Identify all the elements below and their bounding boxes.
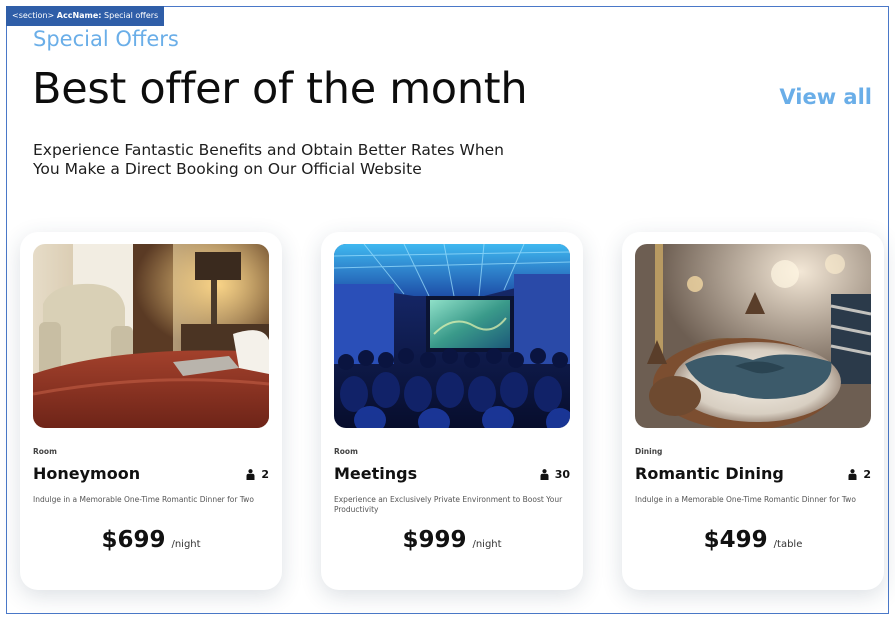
offer-description: Indulge in a Memorable One-Time Romantic…	[33, 495, 254, 504]
offer-price: $699	[101, 527, 166, 553]
guest-capacity: 30	[540, 468, 570, 481]
view-all-link[interactable]: View all	[779, 85, 872, 109]
offer-price: $999	[402, 527, 467, 553]
section-subtitle: Experience Fantastic Benefits and Obtain…	[33, 141, 505, 178]
guest-count: 2	[261, 468, 269, 481]
conference-hall-photo	[334, 244, 570, 428]
a11y-tag-value: Special offers	[104, 11, 159, 20]
offer-description: Experience an Exclusively Private Enviro…	[334, 495, 563, 514]
hotel-room-photo	[33, 244, 269, 428]
section-headline: Best offer of the month	[32, 64, 528, 114]
offer-card-honeymoon[interactable]: Room Honeymoon 2 Indulge in a Memorable …	[20, 232, 282, 590]
guest-capacity: 2	[246, 468, 269, 481]
offer-description: Indulge in a Memorable One-Time Romantic…	[635, 495, 856, 504]
dining-table-photo	[635, 244, 871, 428]
person-icon	[848, 469, 857, 480]
accessibility-name-tag: <section> AccName: Special offers	[6, 6, 165, 26]
price-unit: /night	[472, 539, 502, 550]
offer-category: Dining	[635, 447, 663, 456]
offer-card-romantic-dining[interactable]: Dining Romantic Dining 2 Indulge in a Me…	[622, 232, 884, 590]
offer-card-meetings[interactable]: Room Meetings 30 Experience an Exclusive…	[321, 232, 583, 590]
person-icon	[540, 469, 549, 480]
guest-count: 2	[863, 468, 871, 481]
offer-title: Honeymoon	[33, 464, 141, 483]
a11y-tag-prefix: <section>	[12, 11, 55, 20]
guest-capacity: 2	[848, 468, 871, 481]
a11y-tag-label: AccName:	[56, 11, 102, 20]
guest-count: 30	[554, 468, 570, 481]
price-row: $999 /night	[321, 527, 583, 553]
offer-category: Room	[334, 447, 358, 456]
person-icon	[246, 469, 255, 480]
offer-price: $499	[703, 527, 768, 553]
offer-title: Romantic Dining	[635, 464, 784, 483]
price-unit: /night	[171, 539, 201, 550]
price-row: $499 /table	[622, 527, 884, 553]
section-eyebrow: Special Offers	[33, 27, 179, 51]
price-row: $699 /night	[20, 527, 282, 553]
offer-title: Meetings	[334, 464, 418, 483]
price-unit: /table	[773, 539, 803, 550]
offer-category: Room	[33, 447, 57, 456]
